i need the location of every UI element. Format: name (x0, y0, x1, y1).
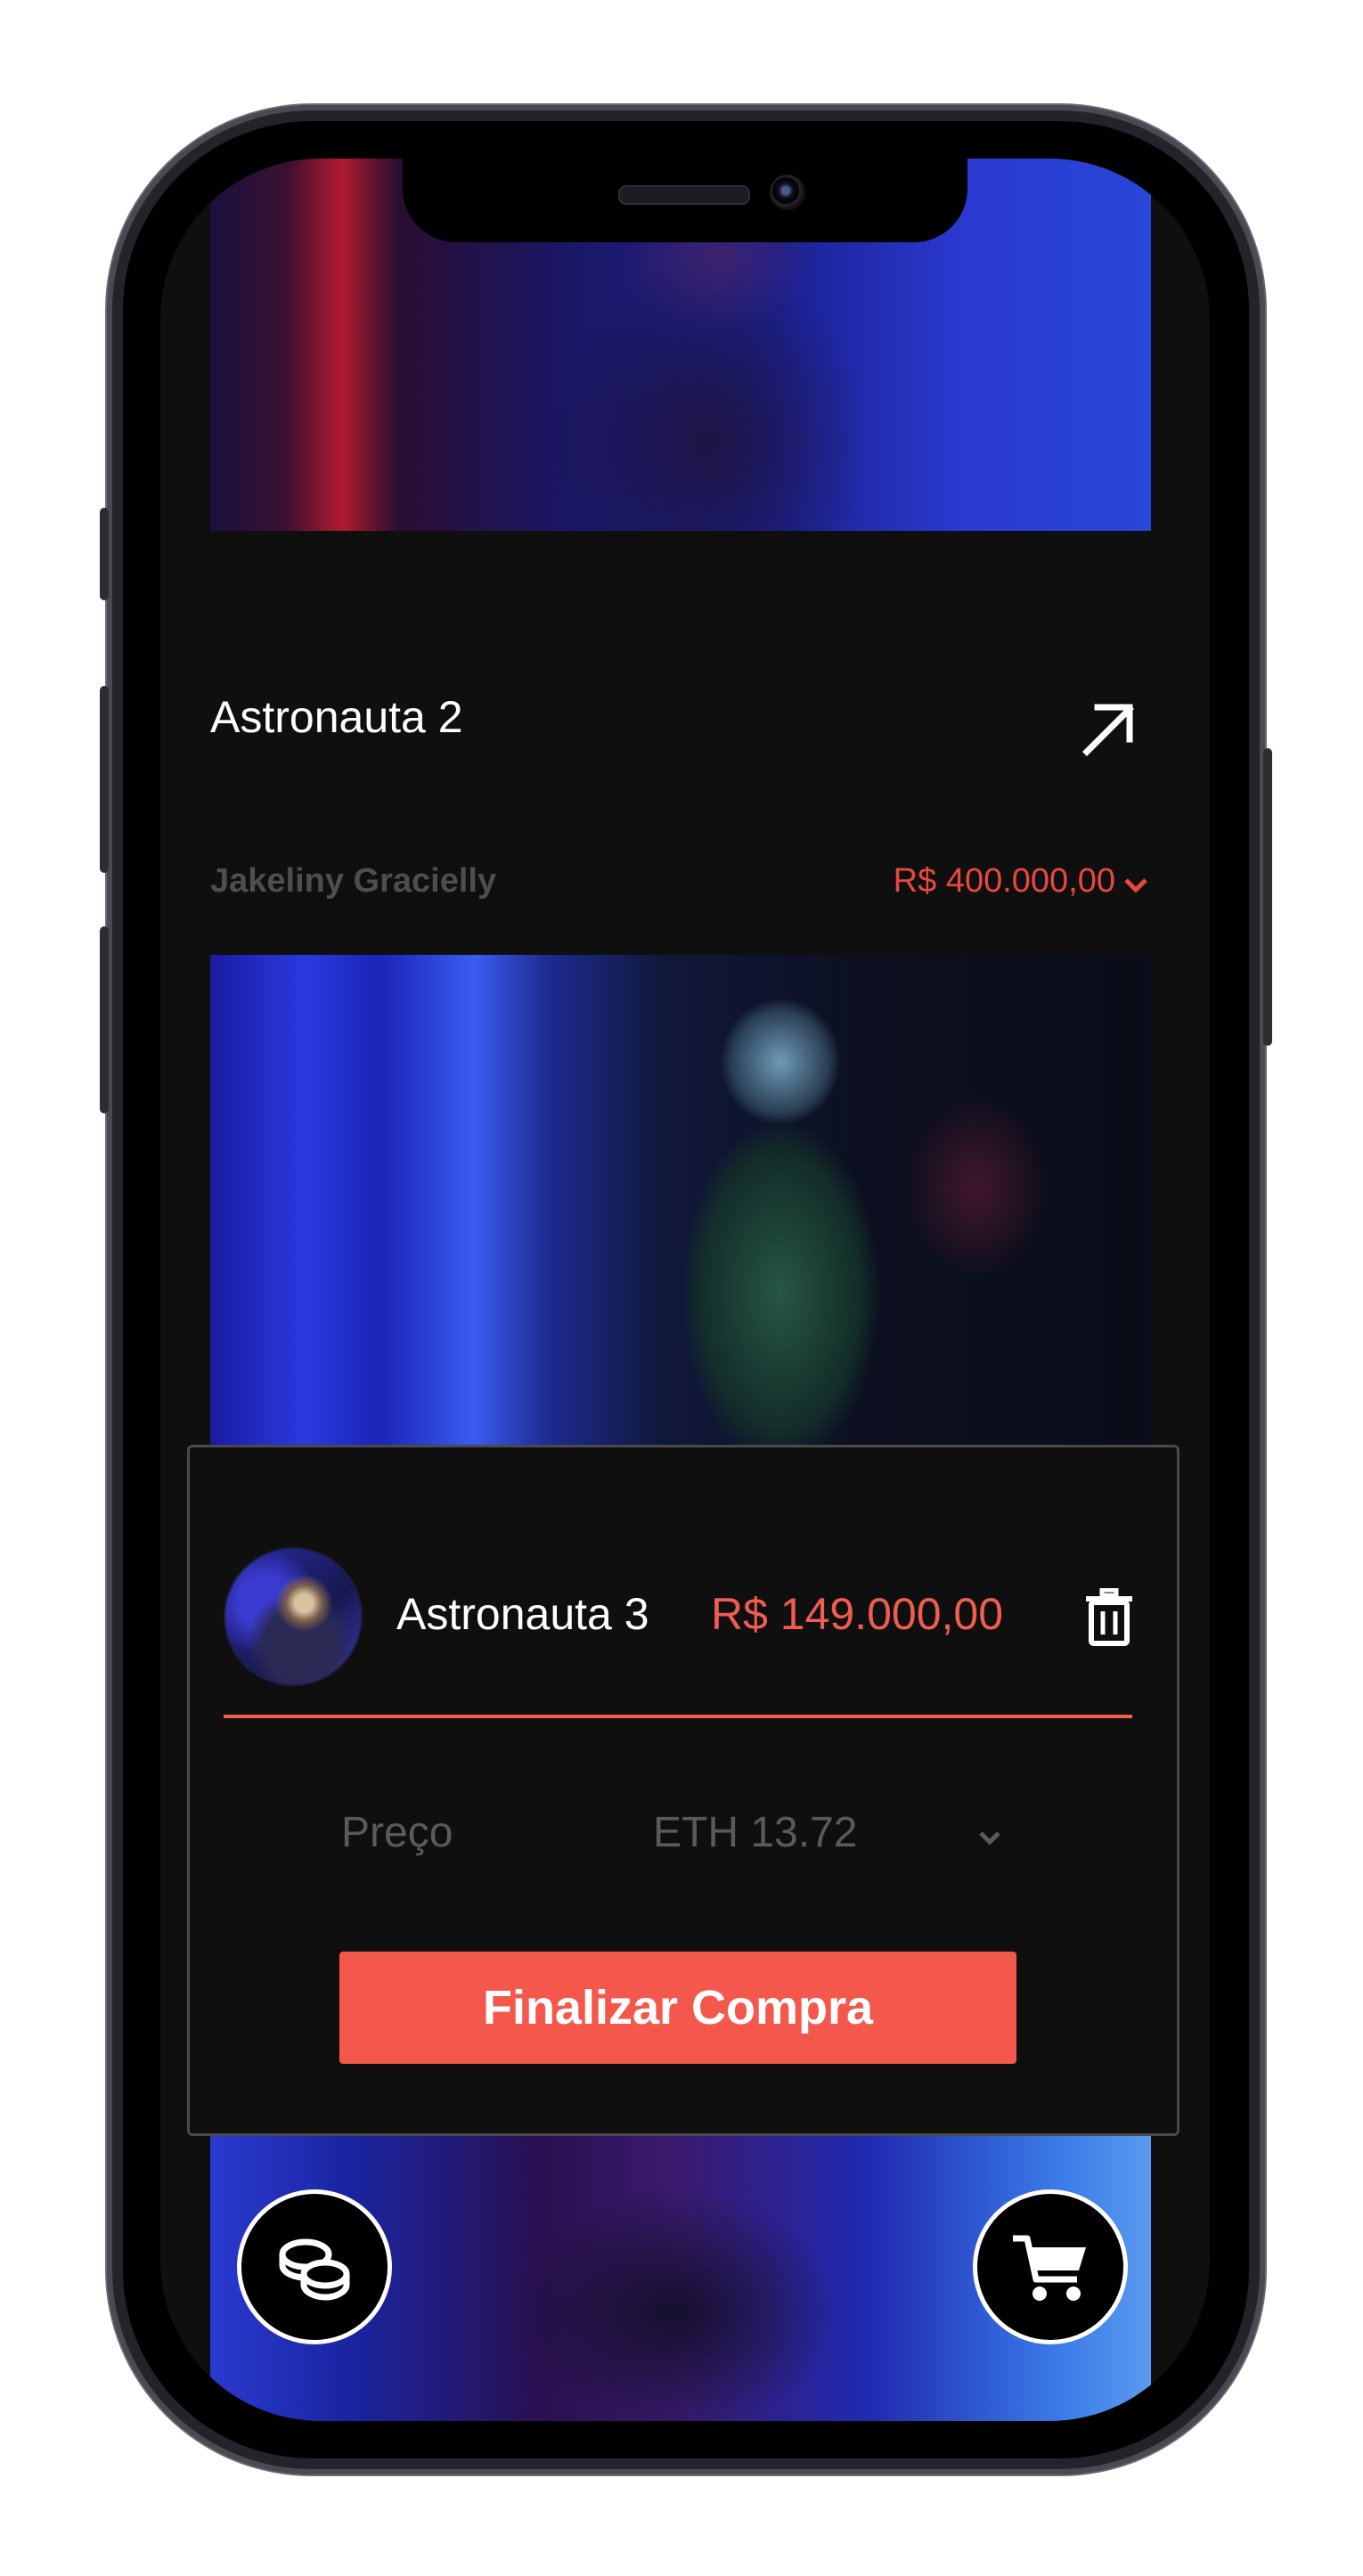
nft-price-value: R$ 400.000,00 (893, 862, 1115, 900)
checkout-button[interactable]: Finalizar Compra (339, 1952, 1016, 2064)
cart-icon (1013, 2235, 1086, 2301)
cart-button[interactable] (973, 2189, 1128, 2344)
price-value[interactable]: ETH 13.72 (653, 1808, 857, 1857)
power-button (1263, 748, 1272, 1046)
nft-price[interactable]: R$ 400.000,00 (894, 862, 1151, 901)
app-screen: Astronauta 2 Jakeliny Gracielly R$ 400.0… (160, 159, 1210, 2421)
chevron-down-icon[interactable] (976, 1829, 1003, 1848)
price-label: Preço (341, 1809, 453, 1856)
coins-button[interactable] (237, 2189, 392, 2344)
arrow-up-right-icon[interactable] (1078, 697, 1140, 759)
cart-divider (224, 1715, 1132, 1718)
mute-switch (100, 508, 109, 600)
volume-down-button (100, 926, 109, 1113)
cart-item-avatar (224, 1547, 363, 1686)
cart-panel: Astronauta 3 R$ 149.000,00 Preço ETH 13.… (187, 1445, 1179, 2136)
front-camera (770, 175, 805, 210)
nft-image-middle[interactable] (210, 955, 1151, 1454)
nft-title: Astronauta 2 (210, 692, 463, 742)
coins-icon (279, 2238, 350, 2301)
cart-item-name: Astronauta 3 (396, 1589, 649, 1639)
cart-item-price: R$ 149.000,00 (711, 1589, 1004, 1639)
trash-icon[interactable] (1082, 1588, 1136, 1647)
chevron-down-icon[interactable] (1122, 875, 1149, 896)
speaker (618, 185, 750, 205)
volume-up-button (100, 686, 109, 873)
notch (403, 159, 967, 242)
nft-author: Jakeliny Gracielly (210, 862, 497, 900)
